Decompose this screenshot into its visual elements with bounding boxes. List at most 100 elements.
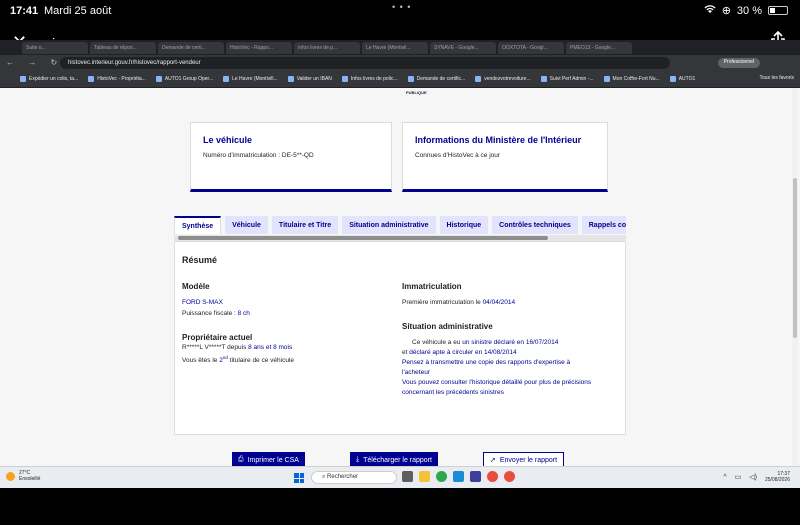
browser-tab[interactable]: Infos livres de p...: [294, 42, 360, 54]
profile-button[interactable]: Professionnel: [717, 58, 760, 68]
send-report-label: Envoyer le rapport: [499, 456, 558, 464]
browser-tab[interactable]: SYNAVE - Google...: [430, 42, 496, 54]
weather-condition: Ensoleillé: [19, 476, 41, 482]
bookmark-icon: [20, 76, 26, 82]
bookmark-item[interactable]: Infos livres de polic...: [341, 76, 398, 82]
immat-heading: Immatriculation: [402, 282, 462, 291]
edge-icon[interactable]: [453, 471, 464, 482]
bookmark-label: AUTO1: [678, 76, 696, 82]
network-icon[interactable]: ▭: [735, 473, 742, 481]
print-csa-label: Imprimer le CSA: [247, 456, 299, 464]
browser-tab[interactable]: HistoVec - Rappo...: [226, 42, 292, 54]
admin-expertise-note: Pensez à transmettre une copie des rappo…: [402, 359, 571, 376]
fiscal-value: 8 ch: [237, 310, 250, 317]
bookmark-item[interactable]: vendezvotrevoiture...: [475, 76, 531, 82]
bookmark-item[interactable]: Valider un IBAN: [287, 76, 332, 82]
weather-widget[interactable]: 27°C Ensoleillé: [6, 470, 40, 482]
bookmark-label: Infos livres de polic...: [350, 76, 398, 82]
admin-line1-pre: Ce véhicule a eu: [412, 339, 463, 346]
volume-icon[interactable]: ◁): [749, 473, 757, 481]
print-csa-button[interactable]: ⎙ Imprimer le CSA: [232, 452, 305, 466]
bookmark-label: vendezvotrevoiture...: [484, 76, 531, 82]
bookmark-item[interactable]: HistoVec - Propriéta...: [88, 76, 146, 82]
owner-duration: 8 ans et 8 mois: [248, 344, 293, 351]
tab-vehicule[interactable]: Véhicule: [225, 216, 268, 234]
bookmark-item[interactable]: Demande de certific...: [407, 76, 465, 82]
status-time: 17:41: [10, 5, 39, 17]
bookmark-label: Valider un IBAN: [296, 76, 332, 82]
page-scrollbar-thumb[interactable]: [793, 178, 797, 338]
start-button[interactable]: [294, 473, 304, 483]
taskbar-apps: [402, 471, 515, 482]
admin-line-2: et déclaré apte à circuler en 14/08/2014: [402, 348, 517, 358]
task-view-icon[interactable]: [402, 471, 413, 482]
bookmark-label: AUTO1 Group Oper...: [164, 76, 214, 82]
weather-text: 27°C Ensoleillé: [19, 470, 40, 482]
battery-icon: [768, 6, 788, 15]
page-content: PUBLIQUE Le véhicule Numéro d'immatricul…: [0, 88, 800, 466]
tab-historique[interactable]: Historique: [439, 216, 489, 234]
bookmark-item[interactable]: Suivi Perf Admin -...: [540, 76, 594, 82]
bookmark-item[interactable]: Mon Coffre-Fort Nu...: [603, 76, 660, 82]
taskbar-search[interactable]: ⌕ Rechercher: [311, 471, 397, 484]
chrome-profile-2-icon[interactable]: [504, 471, 515, 482]
print-icon: ⎙: [238, 456, 244, 463]
bookmark-item[interactable]: AUTO1 Group Oper...: [155, 76, 214, 82]
tab-situation-administrative[interactable]: Situation administrative: [342, 216, 436, 234]
bookmark-item[interactable]: Le Havre (Montivill...: [223, 76, 278, 82]
battery-percent: 30 %: [736, 4, 762, 17]
owner-rank-pre: Vous êtes le: [182, 357, 220, 365]
browser-tab[interactable]: Tableau de répon...: [90, 42, 156, 54]
chrome-icon[interactable]: [436, 471, 447, 482]
fiscal-power: Puissance fiscale : 8 ch: [182, 309, 250, 319]
browser-tab-strip: Suite o... Tableau de répon... Demande d…: [0, 40, 800, 54]
apte-link[interactable]: déclaré apte à circuler en 14/08/2014: [409, 349, 516, 356]
download-report-button[interactable]: ⤓ Télécharger le rapport: [350, 452, 438, 466]
chrome-profile-icon[interactable]: [487, 471, 498, 482]
url-field[interactable]: histovec.interieur.gouv.fr/histovec/rapp…: [60, 57, 670, 69]
summary-panel: Résumé Modèle FORD S-MAX Puissance fisca…: [174, 241, 626, 435]
browser-tab[interactable]: Suite o...: [22, 42, 88, 54]
store-icon[interactable]: [470, 471, 481, 482]
tray-date: 25/08/2026: [764, 477, 790, 483]
chevron-up-icon[interactable]: ^: [723, 474, 726, 481]
bookmark-icon: [407, 76, 414, 82]
bookmark-icon: [88, 76, 95, 82]
bookmarks-bar: Expédier un colis, ta... HistoVec - Prop…: [0, 71, 800, 87]
all-favorites-link[interactable]: Tous les favoris: [760, 75, 794, 81]
tab-rappels[interactable]: Rappels constru: [581, 216, 626, 234]
tab-synthese[interactable]: Synthèse: [174, 216, 222, 234]
card-vehicle-title: Le véhicule: [203, 135, 253, 145]
tabs-scrollbar-thumb[interactable]: [178, 236, 548, 240]
tab-controles-techniques[interactable]: Contrôles techniques: [492, 216, 578, 234]
nav-arrows-icon[interactable]: ← → ↻: [6, 58, 63, 67]
owner-name: R*****L V*****T: [182, 344, 226, 351]
bookmark-label: Expédier un colis, ta...: [29, 76, 79, 82]
tray-clock[interactable]: 17:37 25/08/2026: [765, 471, 790, 483]
immat-label: Première immatriculation le: [402, 299, 483, 306]
admin-history-note: Vous pouvez consulter l'historique détai…: [402, 379, 592, 396]
send-report-button[interactable]: ➚ Envoyer le rapport: [483, 452, 565, 466]
admin-heading: Situation administrative: [402, 322, 493, 331]
send-icon: ➚: [490, 457, 496, 464]
sinistre-link[interactable]: un sinistre déclaré en 16/07/2014: [462, 339, 558, 346]
tab-titulaire[interactable]: Titulaire et Titre: [271, 216, 339, 234]
card-vehicle-text: Numéro d'immatriculation : DE-5**-QD: [203, 152, 314, 159]
file-explorer-icon[interactable]: [419, 471, 430, 482]
owner-rank-post: titulaire de ce véhicule: [227, 357, 294, 365]
page-scrollbar[interactable]: [792, 88, 798, 466]
bookmark-item[interactable]: AUTO1: [669, 76, 696, 82]
model-heading: Modèle: [182, 282, 210, 291]
multitask-dots-icon[interactable]: • • •: [392, 2, 411, 12]
browser-tab[interactable]: PMEO13 - Google...: [566, 42, 632, 54]
browser-tab[interactable]: Le Havre (Montivil...: [362, 42, 428, 54]
bookmark-icon: [155, 76, 162, 82]
bookmark-item[interactable]: Expédier un colis, ta...: [20, 76, 78, 82]
logo-text: PUBLIQUE: [406, 90, 427, 95]
address-bar-row: ← → ↻ histovec.interieur.gouv.fr/histove…: [0, 55, 800, 71]
browser-tab[interactable]: OOXTOTA - Googl...: [498, 42, 564, 54]
browser-tab[interactable]: Demande de certi...: [158, 42, 224, 54]
bookmark-icon: [287, 76, 294, 82]
status-indicators: ⊕ 30 %: [704, 4, 788, 17]
summary-heading: Résumé: [182, 255, 218, 265]
